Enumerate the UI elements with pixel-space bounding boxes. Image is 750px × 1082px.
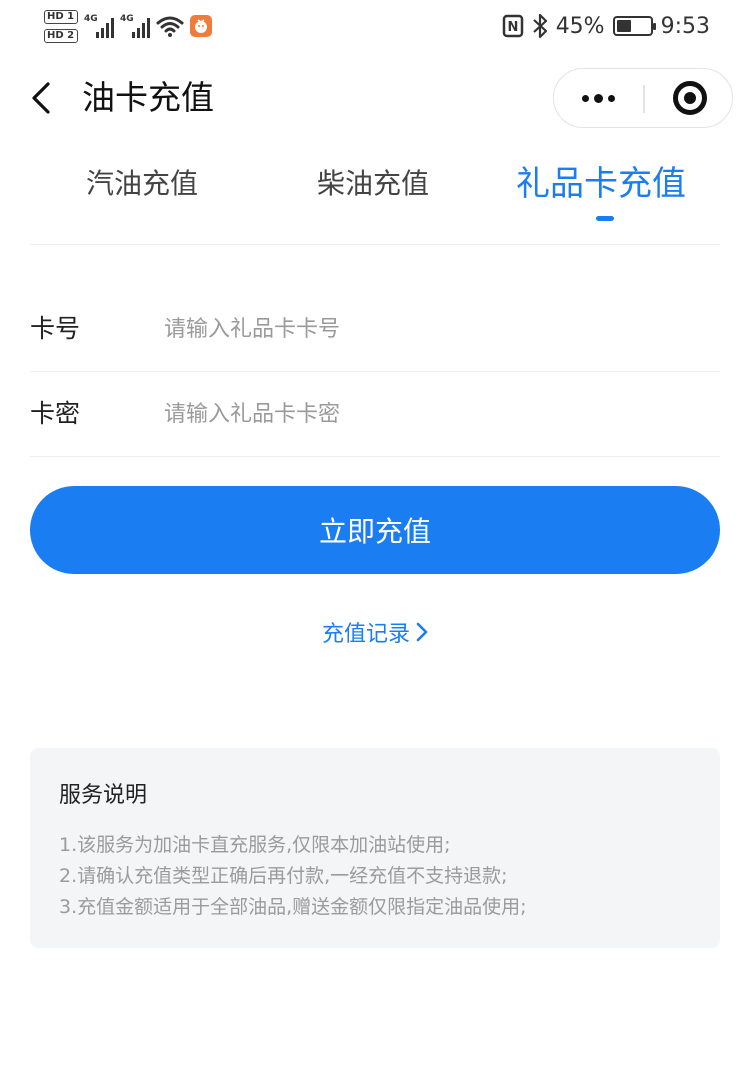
close-miniprogram-button[interactable] <box>645 69 734 127</box>
bluetooth-icon <box>532 13 547 39</box>
service-notice-title: 服务说明 <box>59 783 148 808</box>
tab-diesel[interactable]: 柴油充值 <box>317 164 429 204</box>
service-notice-card: 服务说明 1.该服务为加油卡直充服务,仅限本加油站使用; 2.请确认充值类型正确… <box>30 748 720 948</box>
active-tab-indicator <box>596 216 614 221</box>
battery-level <box>616 20 631 32</box>
more-dot-icon <box>608 94 615 102</box>
chevron-left-icon <box>32 82 50 114</box>
network-2-label: 4G <box>120 14 134 24</box>
battery-percentage: 45% <box>555 13 605 39</box>
recharge-type-tabs: 汽油充值 柴油充值 礼品卡充值 <box>30 150 720 245</box>
notice-line: 3.充值金额适用于全部油品,赠送金额仅限指定油品使用; <box>59 896 527 918</box>
nfc-icon: N <box>502 14 523 38</box>
hd-indicators: HD 1 HD 2 <box>44 9 78 43</box>
card-password-input[interactable] <box>164 391 704 437</box>
chevron-right-icon <box>416 622 428 642</box>
recharge-records-label: 充值记录 <box>321 622 410 647</box>
back-button[interactable] <box>26 78 56 118</box>
hd2-badge: HD 2 <box>44 28 78 43</box>
target-close-icon <box>672 81 707 115</box>
card-number-input[interactable] <box>164 306 704 352</box>
clock-time: 9:53 <box>660 13 710 39</box>
hd1-badge: HD 1 <box>44 9 78 24</box>
card-number-row: 卡号 <box>30 286 720 372</box>
more-button[interactable] <box>554 69 643 127</box>
miniprogram-capsule <box>553 68 733 128</box>
battery-icon <box>612 16 656 36</box>
recharge-now-button[interactable]: 立即充值 <box>30 486 720 574</box>
more-dot-icon <box>582 94 589 102</box>
page-title: 油卡充值 <box>82 78 214 117</box>
service-notice-list: 1.该服务为加油卡直充服务,仅限本加油站使用; 2.请确认充值类型正确后再付款,… <box>59 830 527 923</box>
card-number-label: 卡号 <box>30 314 81 343</box>
status-bar: HD 1 HD 2 4G 4G N 45% 9:53 <box>0 0 750 52</box>
more-dot-icon <box>594 93 603 103</box>
wifi-icon <box>156 16 184 37</box>
tab-gasoline[interactable]: 汽油充值 <box>86 164 198 204</box>
app-notification-icon <box>190 15 212 37</box>
signal-2-icon: 4G <box>120 14 150 38</box>
recharge-records-link[interactable]: 充值记录 <box>0 612 750 652</box>
tab-gift-card[interactable]: 礼品卡充值 <box>516 160 686 208</box>
network-1-label: 4G <box>84 14 98 24</box>
notice-line: 2.请确认充值类型正确后再付款,一经充值不支持退款; <box>59 865 508 887</box>
signal-1-icon: 4G <box>84 14 114 38</box>
status-bar-left: HD 1 HD 2 4G 4G <box>44 6 212 46</box>
svg-text:N: N <box>507 20 518 35</box>
card-password-label: 卡密 <box>30 399 81 428</box>
card-password-row: 卡密 <box>30 371 720 457</box>
notice-line: 1.该服务为加油卡直充服务,仅限本加油站使用; <box>59 834 451 856</box>
status-bar-right: N 45% 9:53 <box>502 8 710 44</box>
navigation-bar: 油卡充值 <box>0 60 750 136</box>
